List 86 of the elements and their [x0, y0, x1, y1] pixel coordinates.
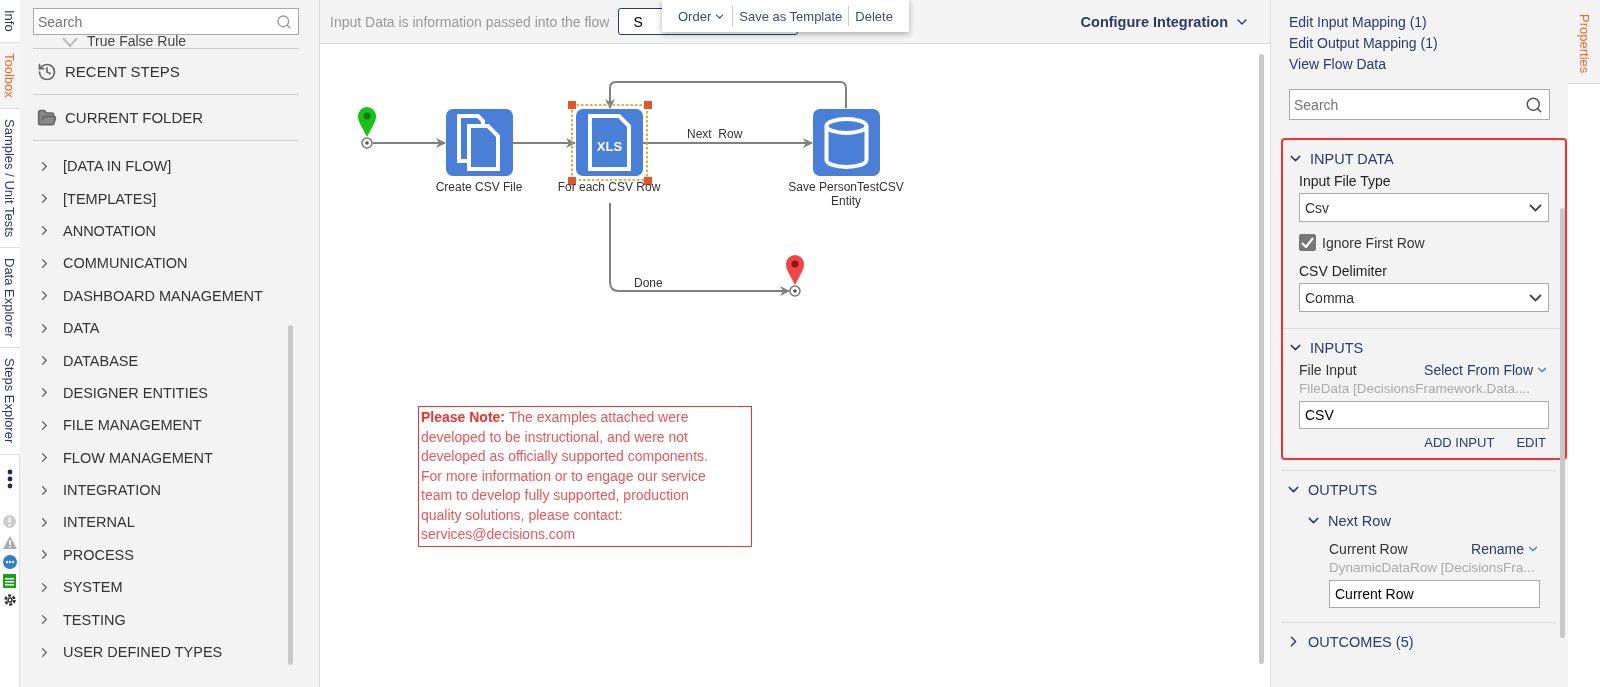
- text-button[interactable]: ADD INPUT: [1424, 435, 1495, 450]
- connector-arrow[interactable]: [512, 138, 576, 148]
- edge-label: Done: [634, 276, 663, 290]
- type-text: DynamicDataRow [DecisionsFra...: [1329, 560, 1536, 575]
- history-icon: [37, 61, 57, 82]
- menu-item[interactable]: Save as Template: [732, 6, 849, 26]
- step-node[interactable]: [813, 109, 880, 176]
- configure-menu[interactable]: Configure Integration: [1074, 12, 1256, 31]
- side-tab[interactable]: Data Explorer: [0, 247, 20, 349]
- side-tab[interactable]: Info: [0, 0, 20, 43]
- tree-item[interactable]: [TEMPLATES]: [33, 182, 299, 215]
- chevron-icon: [1529, 203, 1542, 212]
- tree-item[interactable]: FILE MANAGEMENT: [33, 409, 299, 442]
- section-header[interactable]: Next Row: [1305, 512, 1540, 529]
- input-field[interactable]: Current Row: [1329, 580, 1540, 608]
- connector-arrow[interactable]: [605, 81, 847, 109]
- menu-item[interactable]: Order: [672, 6, 733, 26]
- rename-dropdown[interactable]: Rename: [1471, 541, 1540, 557]
- tree-item[interactable]: DASHBOARD MANAGEMENT: [33, 279, 299, 312]
- section-heading[interactable]: CURRENT FOLDER: [65, 109, 204, 126]
- tree-item[interactable]: SYSTEM: [33, 571, 299, 604]
- toolbox-item[interactable]: True False Rule: [87, 35, 187, 48]
- tree-item[interactable]: DATABASE: [33, 344, 299, 377]
- tree-item[interactable]: ANNOTATION: [33, 214, 299, 248]
- tree-item[interactable]: TESTING: [33, 603, 299, 636]
- scrollbar[interactable]: [1259, 54, 1264, 664]
- delimiter-select[interactable]: Comma: [1299, 283, 1549, 312]
- settings-icon[interactable]: [2, 592, 17, 607]
- chat-icon[interactable]: [2, 554, 17, 569]
- documents-icon: [457, 114, 500, 171]
- search-icon: [1525, 95, 1543, 114]
- scrollbar[interactable]: [288, 325, 293, 665]
- chevron-icon: [1529, 293, 1542, 302]
- side-tab[interactable]: Samples / Unit Tests: [0, 108, 20, 248]
- tree-item[interactable]: FLOW MANAGEMENT: [33, 441, 299, 474]
- step-node[interactable]: XLS: [576, 109, 643, 176]
- type-text: FileData [DecisionsFramework.Data....: [1299, 381, 1532, 396]
- search-field[interactable]: Search: [1289, 89, 1550, 120]
- panel-link[interactable]: Edit Input Mapping (1): [1281, 12, 1568, 33]
- connector-arrow[interactable]: [609, 202, 790, 296]
- section-header[interactable]: OUTCOMES (5): [1285, 633, 1540, 650]
- scrollbar[interactable]: [1560, 208, 1565, 638]
- warning-icon[interactable]: [2, 535, 17, 549]
- tree-item[interactable]: DATA: [33, 311, 299, 345]
- node-label: Create CSV File: [434, 180, 524, 194]
- field-label: Current Row: [1329, 541, 1408, 557]
- step-node[interactable]: [446, 109, 513, 176]
- tree-item[interactable]: INTERNAL: [33, 506, 299, 539]
- file-type-select[interactable]: Csv: [1299, 193, 1549, 222]
- connector-arrow[interactable]: [642, 138, 813, 148]
- tree-item[interactable]: INTEGRATION: [33, 473, 299, 507]
- search-icon: [276, 13, 292, 30]
- tree-item[interactable]: DESIGNER ENTITIES: [33, 376, 299, 410]
- tree-item[interactable]: [DATA IN FLOW]: [33, 150, 299, 183]
- input-field[interactable]: CSV: [1299, 401, 1549, 429]
- start-pin-icon[interactable]: [358, 107, 376, 149]
- section-header[interactable]: INPUT DATA: [1287, 150, 1549, 167]
- select-from-flow-dropdown[interactable]: Select From Flow: [1424, 362, 1549, 378]
- panel-link[interactable]: Edit Output Mapping (1): [1281, 33, 1568, 54]
- database-icon: [824, 117, 869, 169]
- section-header[interactable]: INPUTS: [1287, 339, 1549, 356]
- folder-icon: [37, 107, 57, 128]
- hint-text: Input Data is information passed into the flow: [330, 13, 610, 30]
- menu-item[interactable]: Delete: [848, 6, 899, 26]
- text-button[interactable]: EDIT: [1516, 435, 1546, 450]
- panel-link[interactable]: View Flow Data: [1281, 54, 1568, 75]
- tree-item[interactable]: USER DEFINED TYPES: [33, 635, 299, 669]
- tree-item[interactable]: COMMUNICATION: [33, 247, 299, 280]
- end-pin-icon[interactable]: [786, 255, 804, 297]
- search-field[interactable]: Search: [33, 8, 299, 35]
- node-label: Save PersonTestCSV Entity: [787, 180, 905, 208]
- connector-arrow[interactable]: [372, 138, 446, 148]
- field-label: Input File Type: [1299, 173, 1392, 189]
- field-label: CSV Delimiter: [1299, 263, 1388, 279]
- section-header[interactable]: OUTPUTS: [1285, 481, 1540, 498]
- section-heading[interactable]: RECENT STEPS: [65, 63, 180, 80]
- tree-item[interactable]: PROCESS: [33, 538, 299, 572]
- edge-label: Next Row: [687, 127, 743, 141]
- spreadsheet-file-icon: XLS: [588, 114, 631, 171]
- field-label: File Input: [1299, 362, 1357, 378]
- checkmark-icon: [1301, 237, 1314, 248]
- more-icon[interactable]: [6, 468, 13, 489]
- side-tab[interactable]: Steps Explorer: [0, 348, 20, 455]
- node-label: For each CSV Row: [556, 180, 662, 194]
- note-text: Please Note: The examples attached were developed to be instructional, and were not developed as officially supported components. For more information or to engage our service team to develop fully supported, production quality solutions, please contact: services@decisions.com: [418, 406, 752, 547]
- ignore-first-row-checkbox[interactable]: Ignore First Row: [1299, 234, 1549, 251]
